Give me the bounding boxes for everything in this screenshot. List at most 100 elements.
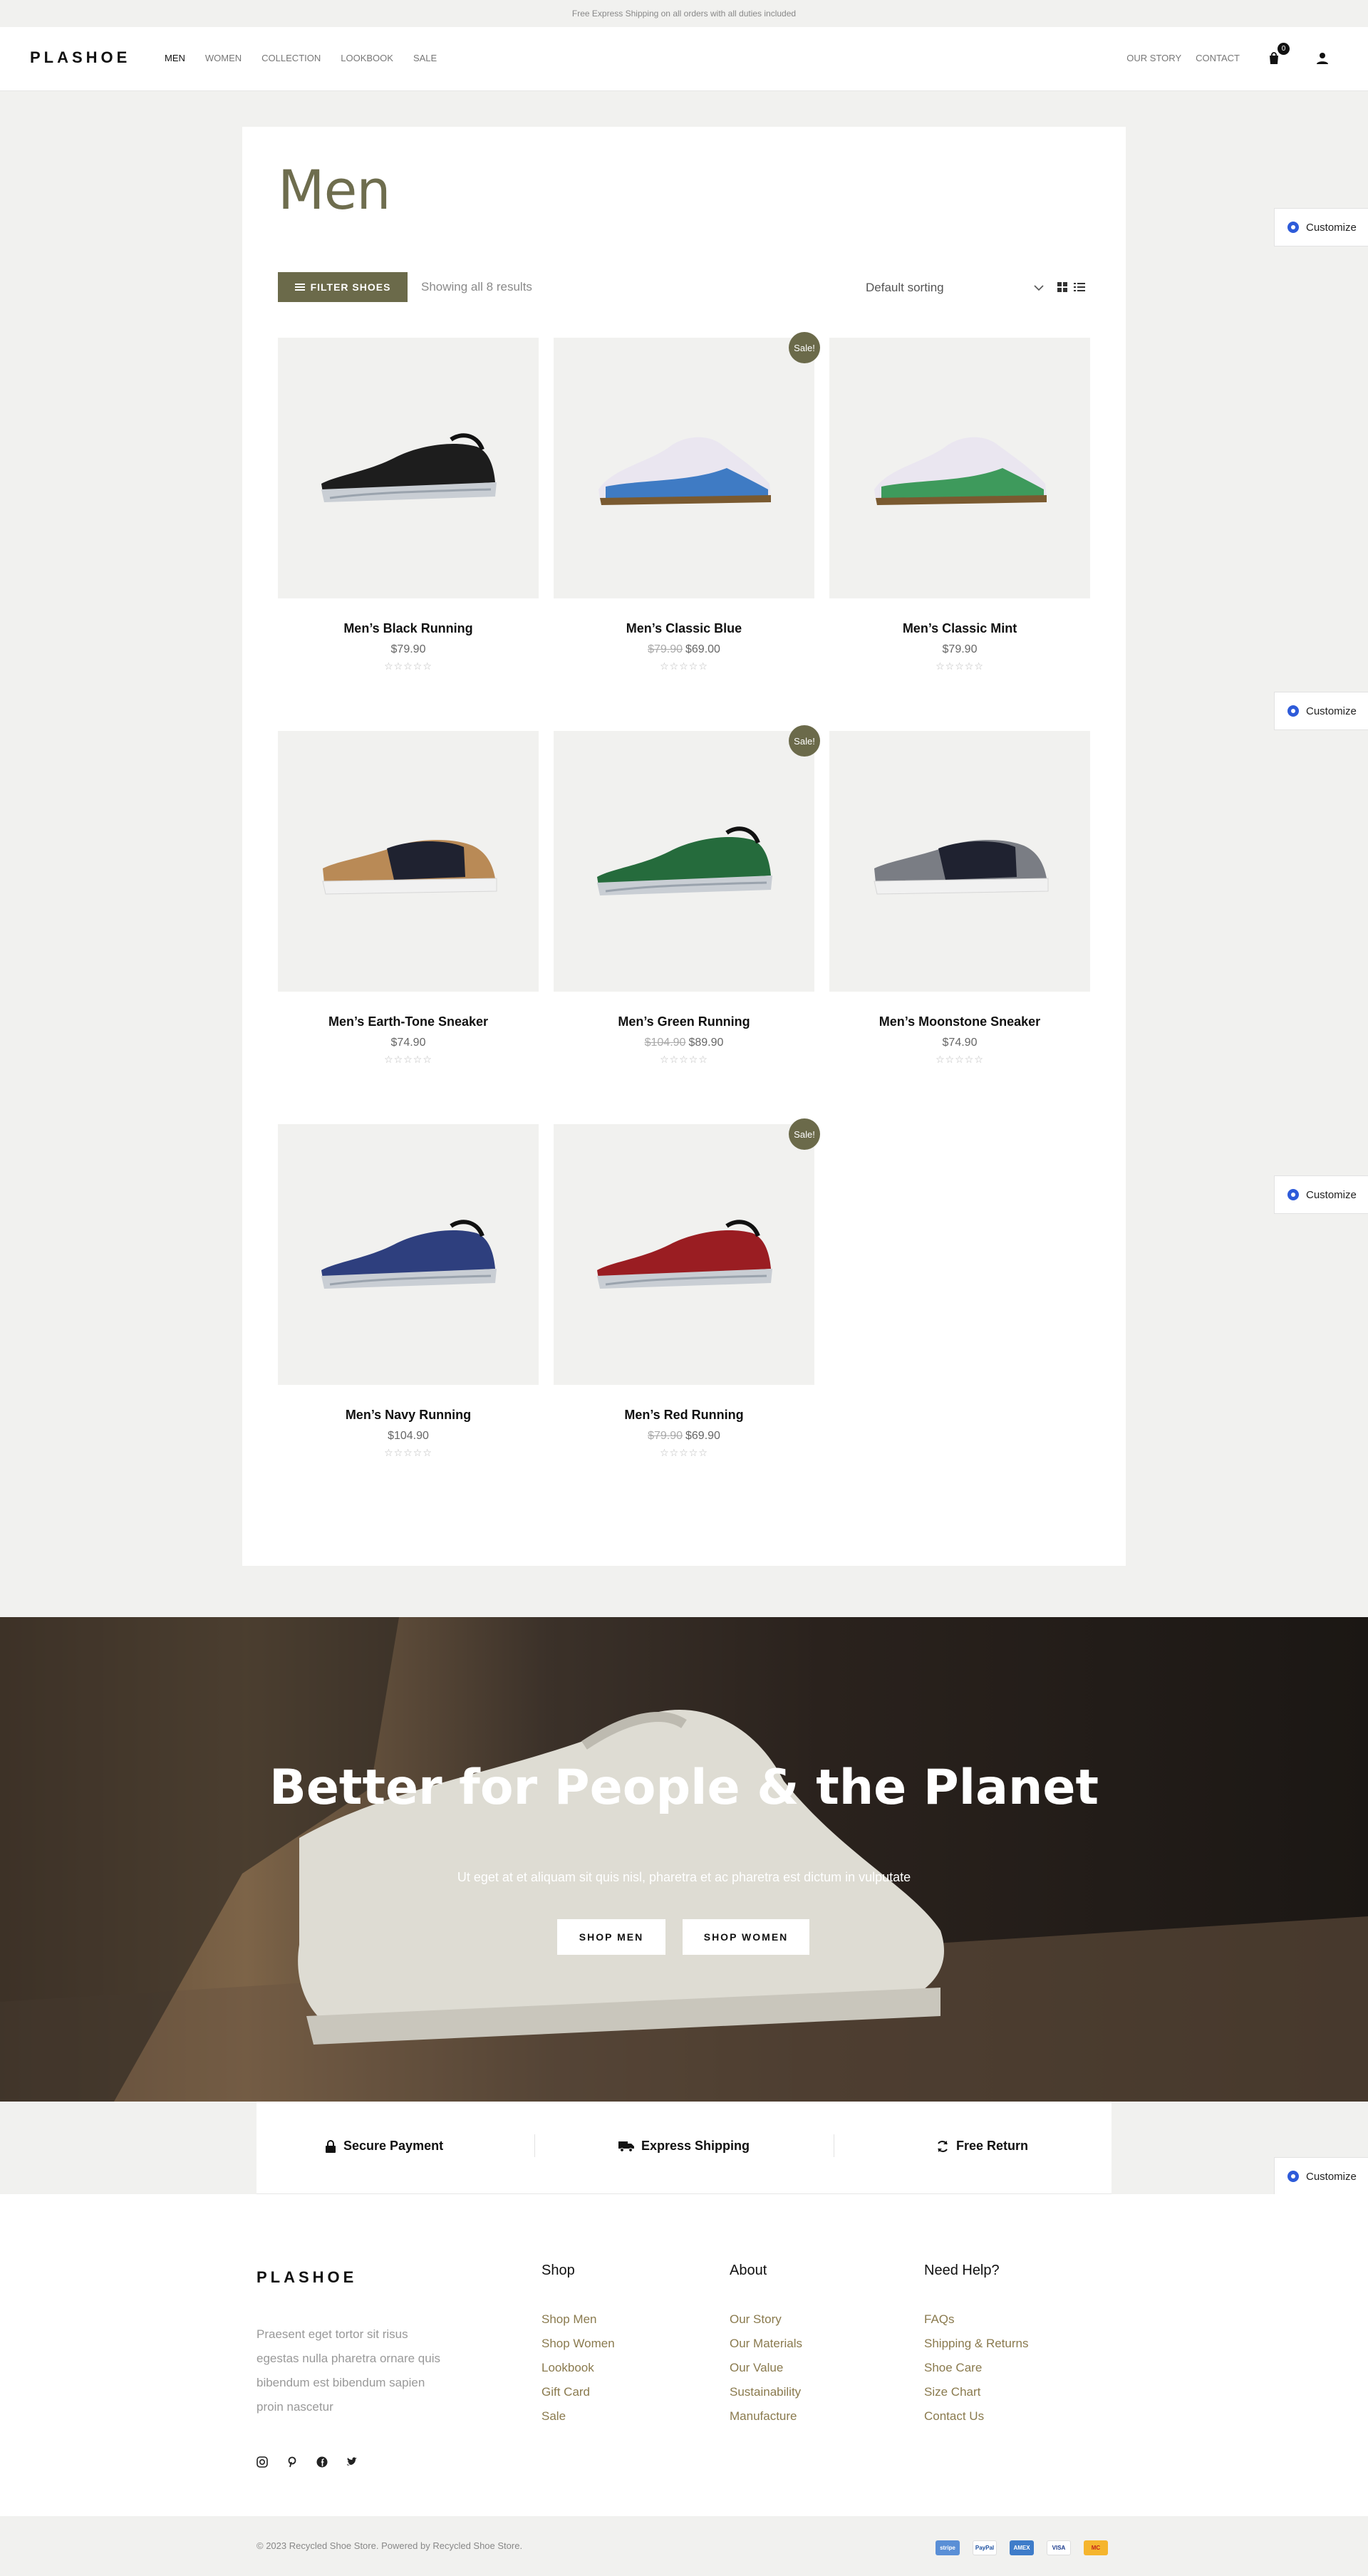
star-rating: ☆☆☆☆☆ bbox=[936, 660, 984, 672]
nav-lookbook[interactable]: LOOKBOOK bbox=[341, 53, 393, 63]
sorting-value: Default sorting bbox=[866, 281, 944, 294]
filter-shoes-button[interactable]: FILTER SHOES bbox=[278, 272, 408, 302]
amex-icon: AMEX bbox=[1010, 2540, 1034, 2555]
stripe-icon: stripe bbox=[936, 2540, 960, 2555]
chevron-down-icon bbox=[1034, 284, 1044, 291]
star-rating: ☆☆☆☆☆ bbox=[660, 1054, 708, 1065]
account-button[interactable] bbox=[1312, 48, 1332, 68]
pinterest-icon[interactable] bbox=[286, 2456, 298, 2471]
user-icon bbox=[1317, 53, 1328, 64]
footer-link[interactable]: Gift Card bbox=[542, 2380, 615, 2404]
feature-label: Express Shipping bbox=[641, 2139, 750, 2153]
star-rating: ☆☆☆☆☆ bbox=[936, 1054, 984, 1065]
customize-button[interactable]: Customize bbox=[1274, 208, 1368, 246]
product-image[interactable] bbox=[829, 731, 1090, 992]
customize-button[interactable]: Customize bbox=[1274, 1175, 1368, 1214]
product-name[interactable]: Men’s Navy Running bbox=[278, 1408, 539, 1423]
product-card[interactable]: Men’s Navy Running $104.90 ☆☆☆☆☆ bbox=[278, 1124, 539, 1459]
product-card[interactable]: Sale! Men’s Green Running $104.90 $89.90 … bbox=[554, 725, 820, 1066]
footer-link[interactable]: Contact Us bbox=[924, 2404, 1028, 2429]
nav-contact[interactable]: CONTACT bbox=[1196, 53, 1240, 63]
current-price: $89.90 bbox=[688, 1037, 724, 1049]
product-price: $104.90 $89.90 bbox=[554, 1037, 814, 1049]
shoe-image bbox=[597, 1220, 772, 1289]
product-card[interactable]: Men’s Earth-Tone Sneaker $74.90 ☆☆☆☆☆ bbox=[278, 731, 539, 1066]
lock-icon bbox=[326, 2139, 336, 2153]
product-card[interactable]: Sale! Men’s Classic Blue $79.90 $69.00 ☆☆… bbox=[554, 332, 820, 672]
footer-link[interactable]: Size Chart bbox=[924, 2380, 1028, 2404]
cart-button[interactable]: 0 bbox=[1264, 43, 1290, 68]
footer-link[interactable]: Manufacture bbox=[730, 2404, 802, 2429]
product-name[interactable]: Men’s Classic Mint bbox=[829, 621, 1090, 636]
customize-button[interactable]: Customize bbox=[1274, 2157, 1368, 2196]
shoe-image bbox=[322, 839, 497, 895]
customize-label: Customize bbox=[1306, 1188, 1357, 1201]
product-image[interactable]: Sale! bbox=[554, 1118, 820, 1385]
footer-link[interactable]: Shop Women bbox=[542, 2332, 615, 2356]
current-price: $69.00 bbox=[685, 643, 720, 655]
site-header: PLASHOE MEN WOMEN COLLECTION LOOKBOOK SA… bbox=[0, 27, 1368, 91]
product-image[interactable]: Sale! bbox=[554, 725, 820, 992]
product-name[interactable]: Men’s Red Running bbox=[554, 1408, 814, 1423]
nav-our-story[interactable]: OUR STORY bbox=[1126, 53, 1181, 63]
footer-link[interactable]: Our Story bbox=[730, 2307, 802, 2332]
palette-icon bbox=[1287, 1189, 1299, 1200]
product-card[interactable]: Sale! Men’s Red Running $79.90 $69.90 ☆☆☆… bbox=[554, 1118, 820, 1459]
mastercard-icon: MC bbox=[1084, 2540, 1108, 2555]
nav-collection[interactable]: COLLECTION bbox=[261, 53, 321, 63]
product-price: $79.90 bbox=[829, 643, 1090, 656]
nav-men[interactable]: MEN bbox=[165, 53, 185, 63]
footer-link[interactable]: Our Materials bbox=[730, 2332, 802, 2356]
shop-men-button[interactable]: SHOP MEN bbox=[557, 1919, 665, 1955]
product-image[interactable] bbox=[278, 731, 539, 992]
product-card[interactable]: Men’s Black Running $79.90 ☆☆☆☆☆ bbox=[278, 338, 539, 672]
footer-link[interactable]: Shipping & Returns bbox=[924, 2332, 1028, 2356]
product-image[interactable] bbox=[829, 338, 1090, 598]
footer-link[interactable]: Sustainability bbox=[730, 2380, 802, 2404]
shoe-image bbox=[874, 839, 1049, 895]
nav-sale[interactable]: SALE bbox=[413, 53, 437, 63]
customize-button[interactable]: Customize bbox=[1274, 692, 1368, 730]
product-card[interactable]: Men’s Moonstone Sneaker $74.90 ☆☆☆☆☆ bbox=[829, 731, 1090, 1066]
sale-badge: Sale! bbox=[789, 725, 820, 757]
footer-link[interactable]: Sale bbox=[542, 2404, 615, 2429]
site-logo[interactable]: PLASHOE bbox=[30, 48, 130, 67]
old-price: $104.90 bbox=[644, 1037, 686, 1049]
feature-secure-payment: Secure Payment bbox=[325, 2139, 443, 2154]
product-name[interactable]: Men’s Black Running bbox=[278, 621, 539, 636]
star-rating: ☆☆☆☆☆ bbox=[384, 660, 432, 672]
product-name[interactable]: Men’s Green Running bbox=[554, 1014, 814, 1029]
product-name[interactable]: Men’s Moonstone Sneaker bbox=[829, 1014, 1090, 1029]
product-name[interactable]: Men’s Classic Blue bbox=[554, 621, 814, 636]
hero-title: Better for People & the Planet bbox=[269, 1760, 1099, 1816]
footer-link[interactable]: Lookbook bbox=[542, 2356, 615, 2380]
footer-link[interactable]: Shop Men bbox=[542, 2307, 615, 2332]
footer-logo[interactable]: PLASHOE bbox=[256, 2268, 357, 2287]
feature-free-return: Free Return bbox=[936, 2139, 1028, 2154]
product-price: $104.90 bbox=[278, 1430, 539, 1443]
footer-description: Praesent eget tortor sit risus egestas n… bbox=[256, 2327, 440, 2414]
product-image[interactable]: Sale! bbox=[554, 332, 820, 598]
product-image[interactable] bbox=[278, 338, 539, 598]
footer-link[interactable]: Our Value bbox=[730, 2356, 802, 2380]
star-rating: ☆☆☆☆☆ bbox=[384, 1447, 432, 1458]
sale-badge: Sale! bbox=[789, 1118, 820, 1150]
facebook-icon[interactable] bbox=[316, 2456, 328, 2471]
nav-women[interactable]: WOMEN bbox=[205, 53, 242, 63]
product-name[interactable]: Men’s Earth-Tone Sneaker bbox=[278, 1014, 539, 1029]
product-card[interactable]: Men’s Classic Mint $79.90 ☆☆☆☆☆ bbox=[829, 338, 1090, 672]
copyright-text: © 2023 Recycled Shoe Store. Powered by R… bbox=[256, 2540, 523, 2551]
footer-link[interactable]: Shoe Care bbox=[924, 2356, 1028, 2380]
payment-methods: stripe PayPal AMEX VISA MC bbox=[936, 2540, 1108, 2555]
instagram-icon[interactable] bbox=[256, 2456, 268, 2471]
shoe-image bbox=[874, 437, 1047, 505]
shop-women-button[interactable]: SHOP WOMEN bbox=[683, 1919, 809, 1955]
product-image[interactable] bbox=[278, 1124, 539, 1385]
product-price: $74.90 bbox=[278, 1037, 539, 1049]
sorting-select[interactable]: Default sorting bbox=[866, 278, 1044, 298]
twitter-icon[interactable] bbox=[346, 2456, 358, 2471]
old-price: $79.90 bbox=[648, 1430, 683, 1442]
footer-link[interactable]: FAQs bbox=[924, 2307, 1028, 2332]
list-view-icon[interactable] bbox=[1073, 281, 1086, 294]
grid-view-icon[interactable] bbox=[1056, 281, 1069, 294]
